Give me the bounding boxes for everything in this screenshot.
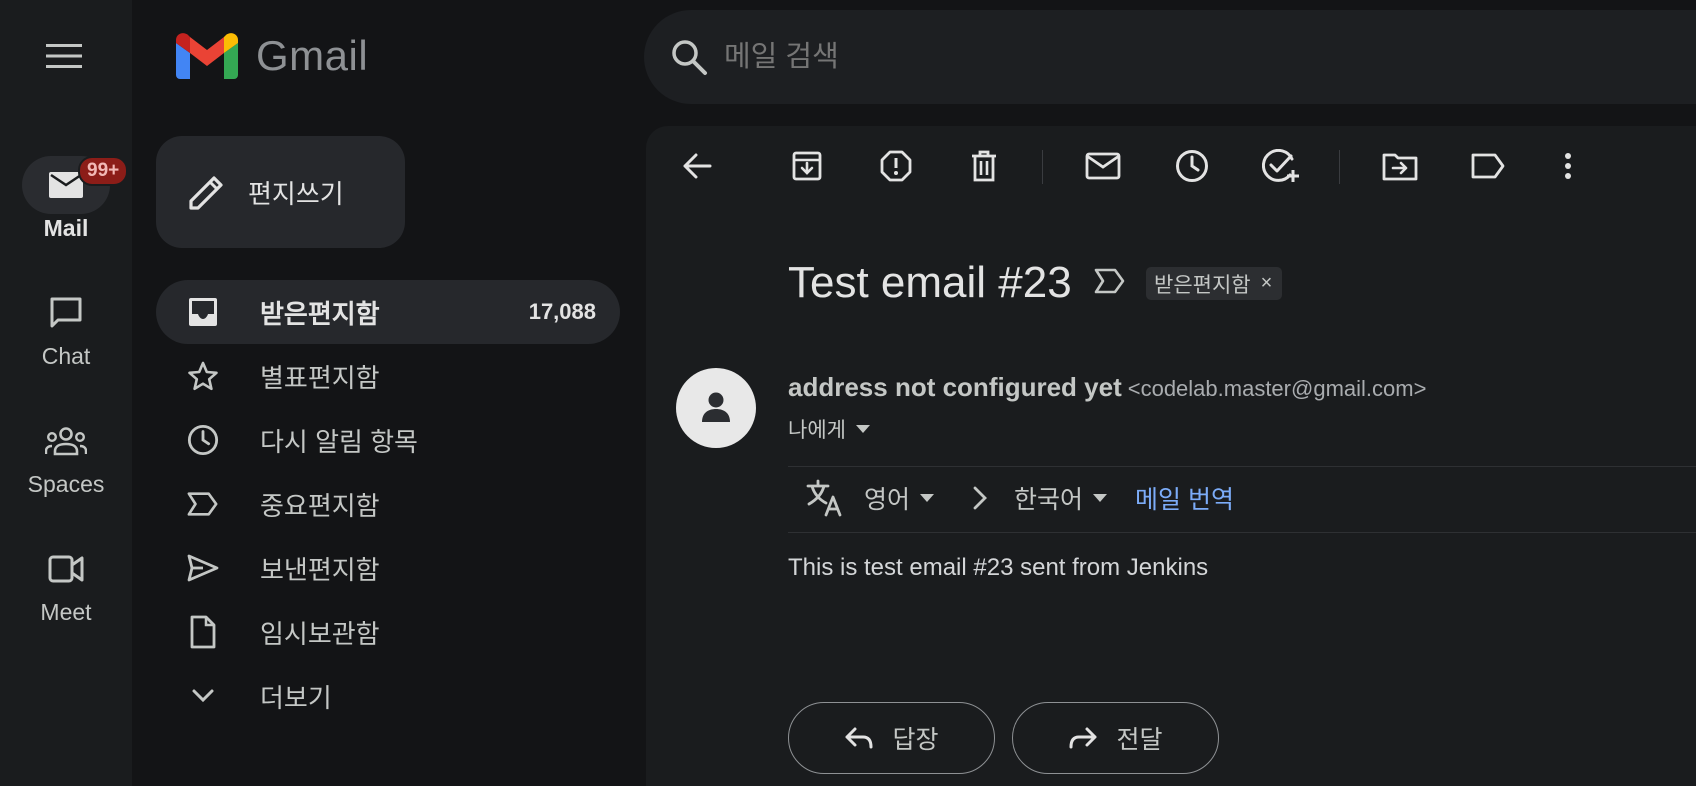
forward-label: 전달 [1116,726,1163,754]
rail-label-chat: Chat [41,343,91,369]
envelope-icon [1085,152,1121,180]
gmail-logo-icon [176,33,238,79]
forward-arrow-icon [1069,727,1097,749]
email-view-panel [646,126,1696,786]
rail-label-meet: Meet [40,599,92,625]
email-body: This is test email #23 sent from Jenkins [788,554,1209,581]
nav-label-drafts: 임시보관함 [260,618,380,649]
nav-item-sent[interactable]: 보낸편지함 [156,536,620,600]
send-icon [187,552,219,584]
clock-icon [187,424,219,456]
rail-item-chat[interactable]: Chat [0,284,132,370]
caret-down-icon[interactable] [920,494,935,502]
archive-icon [792,151,822,181]
translate-message-link[interactable]: 메일 번역 [1135,480,1234,516]
nav-label-more: 더보기 [260,682,332,713]
translate-bar-bottom-divider [788,532,1696,533]
target-language-select[interactable]: 한국어 [1014,480,1083,516]
reply-label: 답장 [892,726,939,754]
main-menu-button[interactable] [42,40,86,72]
reply-arrow-icon [845,727,873,749]
nav-item-snoozed[interactable]: 다시 알림 항목 [156,408,620,472]
rail-label-spaces: Spaces [27,471,105,497]
star-icon [187,360,219,392]
important-icon [187,488,219,520]
reply-button[interactable]: 답장 [788,702,995,774]
trash-icon [972,150,996,182]
move-to-button[interactable] [1380,146,1420,186]
back-button[interactable] [677,146,717,186]
toolbar-divider [1339,150,1340,184]
caret-down-icon [855,425,870,433]
nav-item-more[interactable]: 더보기 [156,664,620,728]
search-input[interactable] [724,40,1324,74]
rail-item-meet[interactable]: Meet [0,540,132,626]
move-to-folder-icon [1382,153,1418,181]
nav-item-inbox[interactable]: 받은편지함 17,088 [156,280,620,344]
app-name: Gmail [256,32,369,79]
compose-label: 편지쓰기 [248,178,344,209]
nav-label-inbox: 받은편지함 [260,298,380,329]
video-camera-icon [48,555,84,583]
compose-button[interactable]: 편지쓰기 [156,136,405,248]
app-rail: 99+ Mail Chat Spaces Meet [0,0,132,786]
sender-name: address not configured yet [788,372,1122,402]
person-icon [702,392,730,422]
spaces-icon [45,427,87,456]
nav-item-important[interactable]: 중요편지함 [156,472,620,536]
inbox-label-chip: 받은편지함 × [1146,267,1283,300]
inbox-icon [187,296,219,328]
label-chip-text: 받은편지함 [1154,273,1251,297]
sender-info: address not configured yet <codelab.maste… [788,372,1426,403]
mark-unread-button[interactable] [1083,146,1123,186]
report-spam-icon [880,150,912,182]
label-tag-icon [1471,153,1505,179]
nav-item-starred[interactable]: 별표편지함 [156,344,620,408]
remove-label-button[interactable]: × [1261,272,1273,295]
nav-label-sent: 보낸편지함 [260,554,380,585]
important-marker-icon[interactable] [1094,268,1126,294]
arrow-back-icon [683,153,712,179]
delete-button[interactable] [964,146,1004,186]
nav-label-important: 중요편지함 [260,490,380,521]
draft-document-icon [187,615,219,649]
hamburger-menu-icon [46,44,82,68]
unread-badge: 99+ [78,156,129,186]
labels-button[interactable] [1468,146,1508,186]
search-bar[interactable] [644,10,1696,104]
email-subject: Test email #23 [788,258,1072,307]
chevron-down-icon [187,680,219,712]
nav-label-snoozed: 다시 알림 항목 [260,426,418,457]
report-spam-button[interactable] [876,146,916,186]
forward-button[interactable]: 전달 [1012,702,1219,774]
rail-label-mail: Mail [43,215,89,241]
caret-down-icon[interactable] [1093,494,1108,502]
rail-item-spaces[interactable]: Spaces [0,412,132,498]
source-language-select[interactable]: 영어 [864,480,910,516]
add-task-icon [1262,149,1299,182]
snooze-button[interactable] [1172,146,1212,186]
archive-button[interactable] [787,146,827,186]
sender-email: <codelab.master@gmail.com> [1127,376,1427,401]
recipient-label: 나에게 [788,419,846,442]
pencil-icon [189,176,223,210]
recipient-details-toggle[interactable]: 나에게 [788,414,870,444]
sender-avatar[interactable] [676,368,756,448]
search-icon[interactable] [670,38,708,76]
gmail-logo[interactable]: Gmail [176,32,368,80]
rail-item-mail[interactable]: 99+ Mail [0,156,132,242]
add-to-tasks-button[interactable] [1261,146,1301,186]
translate-bar-top-divider [788,466,1696,467]
chat-icon [50,297,82,328]
chevron-right-icon [973,486,987,510]
translate-bar: 영어 한국어 메일 번역 [806,476,1234,520]
nav-item-drafts[interactable]: 임시보관함 [156,600,620,664]
translate-icon [806,479,842,517]
inbox-unread-count: 17,088 [528,299,596,324]
toolbar-divider [1042,150,1043,184]
more-vertical-icon [1565,153,1571,179]
clock-icon [1176,150,1208,182]
more-options-button[interactable] [1548,146,1588,186]
nav-label-starred: 별표편지함 [260,362,380,393]
